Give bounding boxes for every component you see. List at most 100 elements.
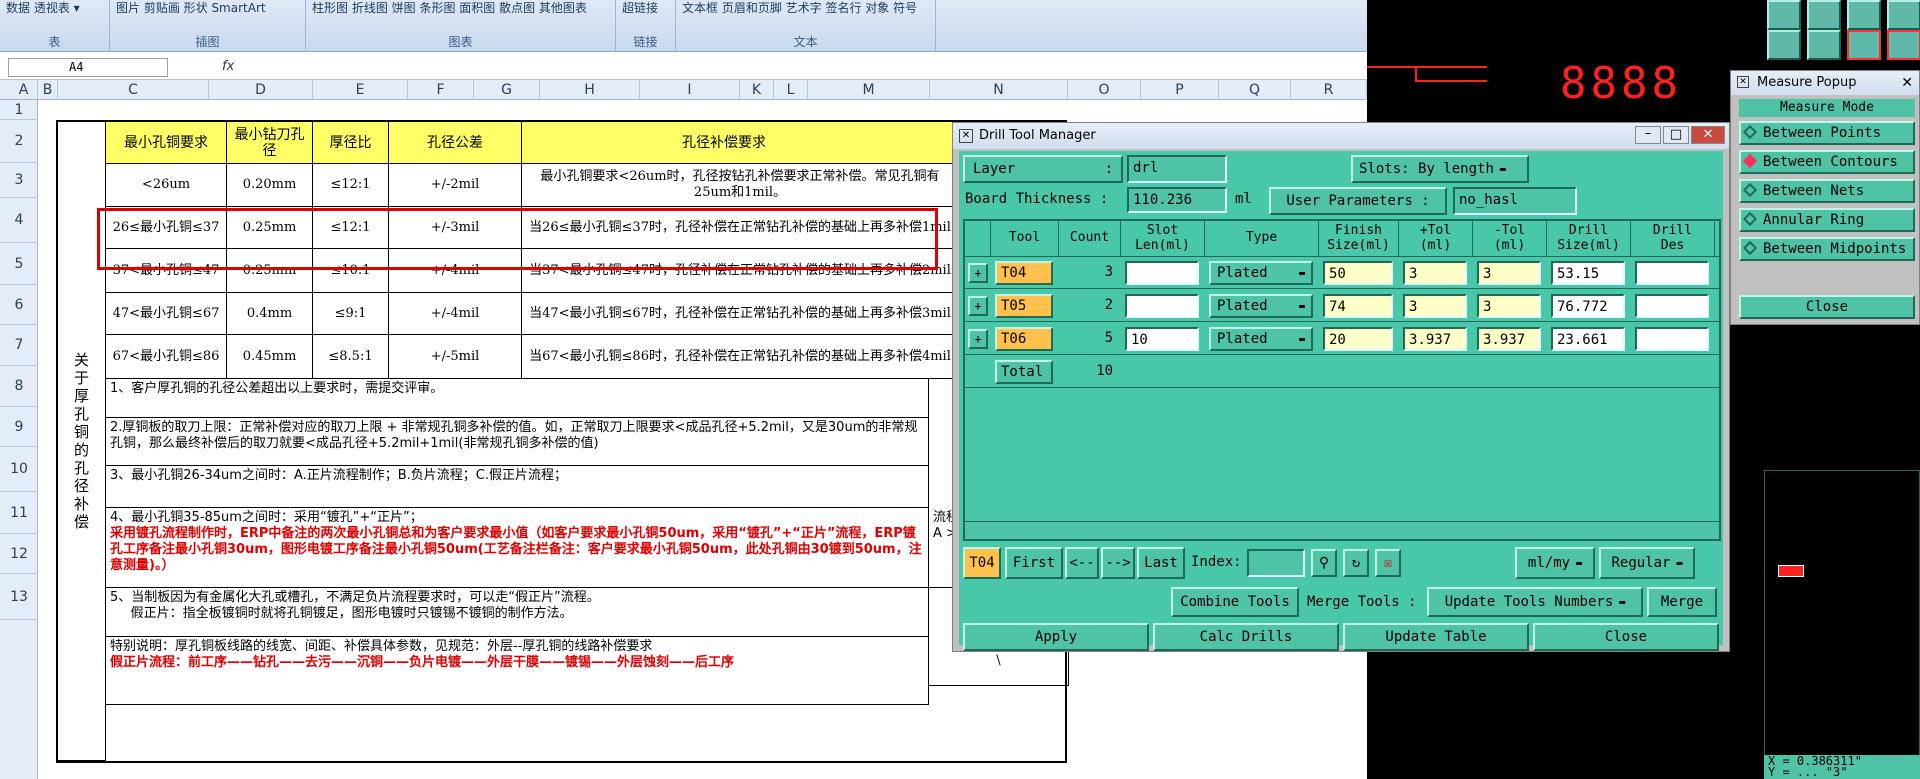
header-aspect-ratio[interactable]: 厚径比 <box>313 122 389 164</box>
row-header[interactable]: 5 <box>0 243 38 285</box>
ribbon-group-illustrations[interactable]: 图片 剪贴画 形状 SmartArt 插图 <box>110 0 306 52</box>
row-header[interactable]: 2 <box>0 120 38 163</box>
column-header[interactable]: K <box>740 80 774 100</box>
board-thickness-input[interactable]: 110.236 <box>1127 187 1227 213</box>
drill-input[interactable]: 23.661 <box>1551 327 1625 351</box>
column-header[interactable]: R <box>1291 80 1367 100</box>
slot-input[interactable] <box>1125 261 1199 285</box>
table-cell[interactable]: ≤8.5:1 <box>313 335 389 379</box>
expand-icon[interactable]: + <box>968 329 988 349</box>
table-cell[interactable]: ≤12:1 <box>313 164 389 207</box>
toolbar-button[interactable] <box>1807 0 1841 30</box>
horizontal-scrollbar[interactable] <box>965 521 1719 537</box>
ribbon-group-items[interactable]: 超链接 <box>616 0 675 30</box>
table-cell[interactable]: 0.20mm <box>227 164 313 207</box>
column-header[interactable]: G <box>474 80 540 100</box>
column-header[interactable]: N <box>930 80 1068 100</box>
finish-input[interactable]: 74 <box>1323 294 1393 318</box>
row-header[interactable]: 3 <box>0 163 38 198</box>
toolbar-button[interactable] <box>1767 30 1801 60</box>
measure-mode-item[interactable]: Between Midpoints <box>1739 237 1915 261</box>
ribbon-group-table[interactable]: 数据 透视表 ▾ 表 <box>0 0 110 52</box>
calc-drills-button[interactable]: Calc Drills <box>1153 623 1339 651</box>
ribbon-group-items[interactable]: 文本框 页眉和页脚 艺术字 签名行 对象 符号 <box>676 0 935 30</box>
toolbar-button[interactable] <box>1887 0 1920 30</box>
type-selector[interactable]: Plated ▬ <box>1209 327 1313 351</box>
update-table-button[interactable]: Update Table <box>1343 623 1529 651</box>
table-cell[interactable]: 0.4mm <box>227 293 313 335</box>
header-min-drill[interactable]: 最小钻刀孔径 <box>227 122 313 164</box>
mtol-input[interactable]: 3 <box>1477 261 1541 285</box>
close-icon[interactable]: ✕ <box>1691 126 1725 144</box>
prev-button[interactable]: <-- <box>1065 547 1099 579</box>
table-cell[interactable]: 当67<最小孔铜≤86时，孔径补偿在正常钻孔补偿的基础上再多补偿4mil <box>522 335 959 379</box>
next-button[interactable]: --> <box>1101 547 1135 579</box>
expand-icon[interactable]: + <box>968 263 988 283</box>
mtol-input[interactable]: 3.937 <box>1477 327 1541 351</box>
table-cell[interactable]: 当47<最小孔铜≤67时，孔径补偿在正常钻孔补偿的基础上再多补偿3mil <box>522 293 959 335</box>
dtm-title-bar[interactable]: ✕ Drill Tool Manager – □ ✕ <box>953 123 1729 149</box>
table-cell[interactable]: 0.45mm <box>227 335 313 379</box>
toolbar-button[interactable] <box>1847 0 1881 30</box>
column-header[interactable]: H <box>540 80 640 100</box>
measure-close-button[interactable]: Close <box>1739 295 1915 319</box>
user-parameters-button[interactable]: User Parameters : <box>1269 187 1447 215</box>
des-input[interactable] <box>1635 294 1709 318</box>
toolbar-button[interactable] <box>1767 0 1801 30</box>
column-header[interactable]: C <box>58 80 209 100</box>
delete-icon[interactable]: ☒ <box>1375 549 1401 577</box>
row-header[interactable]: 1 <box>0 100 38 120</box>
ribbon-group-text[interactable]: 文本框 页眉和页脚 艺术字 签名行 对象 符号 文本 <box>676 0 936 52</box>
last-button[interactable]: Last <box>1137 547 1185 579</box>
note-row[interactable]: 3、最小孔铜26-34um之间时：A.正片流程制作；B.负片流程；C.假正片流程… <box>106 466 929 508</box>
close-button[interactable]: Close <box>1533 623 1719 651</box>
measure-mode-item[interactable]: Between Points <box>1739 121 1915 145</box>
close-icon[interactable]: ✕ <box>1901 71 1913 95</box>
column-header[interactable]: B <box>38 80 58 100</box>
finish-input[interactable]: 50 <box>1323 261 1393 285</box>
finish-input[interactable]: 20 <box>1323 327 1393 351</box>
apply-button[interactable]: Apply <box>963 623 1149 651</box>
search-icon[interactable]: ⚲ <box>1311 549 1337 577</box>
tool-button[interactable]: T04 <box>995 261 1053 285</box>
table-cell[interactable]: +/-5mil <box>389 335 522 379</box>
table-cell[interactable]: 最小孔铜要求<26um时，孔径按钻孔补偿要求正常补偿。常见孔铜有25um和1mi… <box>522 164 959 207</box>
column-header[interactable]: F <box>408 80 474 100</box>
ribbon-group-items[interactable]: 数据 透视表 ▾ <box>0 0 109 30</box>
table-cell[interactable]: +/-4mil <box>389 293 522 335</box>
slot-input[interactable]: 10 <box>1125 327 1199 351</box>
slots-value[interactable]: By length <box>1418 161 1494 177</box>
row-header[interactable]: 8 <box>0 366 38 407</box>
row-header[interactable]: 9 <box>0 407 38 447</box>
slot-input[interactable] <box>1125 294 1199 318</box>
ptol-input[interactable]: 3.937 <box>1403 327 1467 351</box>
refresh-icon[interactable]: ↻ <box>1343 549 1369 577</box>
column-header[interactable]: A <box>10 80 38 100</box>
minimize-icon[interactable]: – <box>1635 126 1661 144</box>
layer-input[interactable]: drl <box>1127 155 1227 183</box>
merge-button[interactable]: Merge <box>1647 587 1717 617</box>
row-header[interactable]: 13 <box>0 574 38 620</box>
tool-button[interactable]: T06 <box>995 327 1053 351</box>
row-header[interactable]: 12 <box>0 534 38 574</box>
note-row[interactable]: 2.厚铜板的取刀上限：正常补偿对应的取刀上限 + 非常规孔铜多补偿的值。如，正常… <box>106 418 929 466</box>
expand-icon[interactable]: + <box>968 296 988 316</box>
drill-input[interactable]: 53.15 <box>1551 261 1625 285</box>
column-header[interactable]: P <box>1141 80 1219 100</box>
table-cell[interactable]: +/-2mil <box>389 164 522 207</box>
measure-mode-item[interactable]: Annular Ring <box>1739 208 1915 232</box>
table-cell[interactable]: 47<最小孔铜≤67 <box>106 293 227 335</box>
table-cell[interactable]: 67<最小孔铜≤86 <box>106 335 227 379</box>
column-header[interactable]: I <box>640 80 740 100</box>
combine-tools-button[interactable]: Combine Tools <box>1171 587 1299 617</box>
mtol-input[interactable]: 3 <box>1477 294 1541 318</box>
table-cell[interactable]: ≤9:1 <box>313 293 389 335</box>
name-box[interactable]: A4 <box>8 58 168 77</box>
slots-selector[interactable]: Slots: By length ▬ <box>1351 155 1529 183</box>
tool-button[interactable]: T05 <box>995 294 1053 318</box>
column-header[interactable]: E <box>313 80 408 100</box>
toolbar-button[interactable] <box>1847 30 1881 60</box>
row-header[interactable]: 7 <box>0 325 38 366</box>
type-selector[interactable]: Plated ▬ <box>1209 261 1313 285</box>
header-min-copper[interactable]: 最小孔铜要求 <box>106 122 227 164</box>
